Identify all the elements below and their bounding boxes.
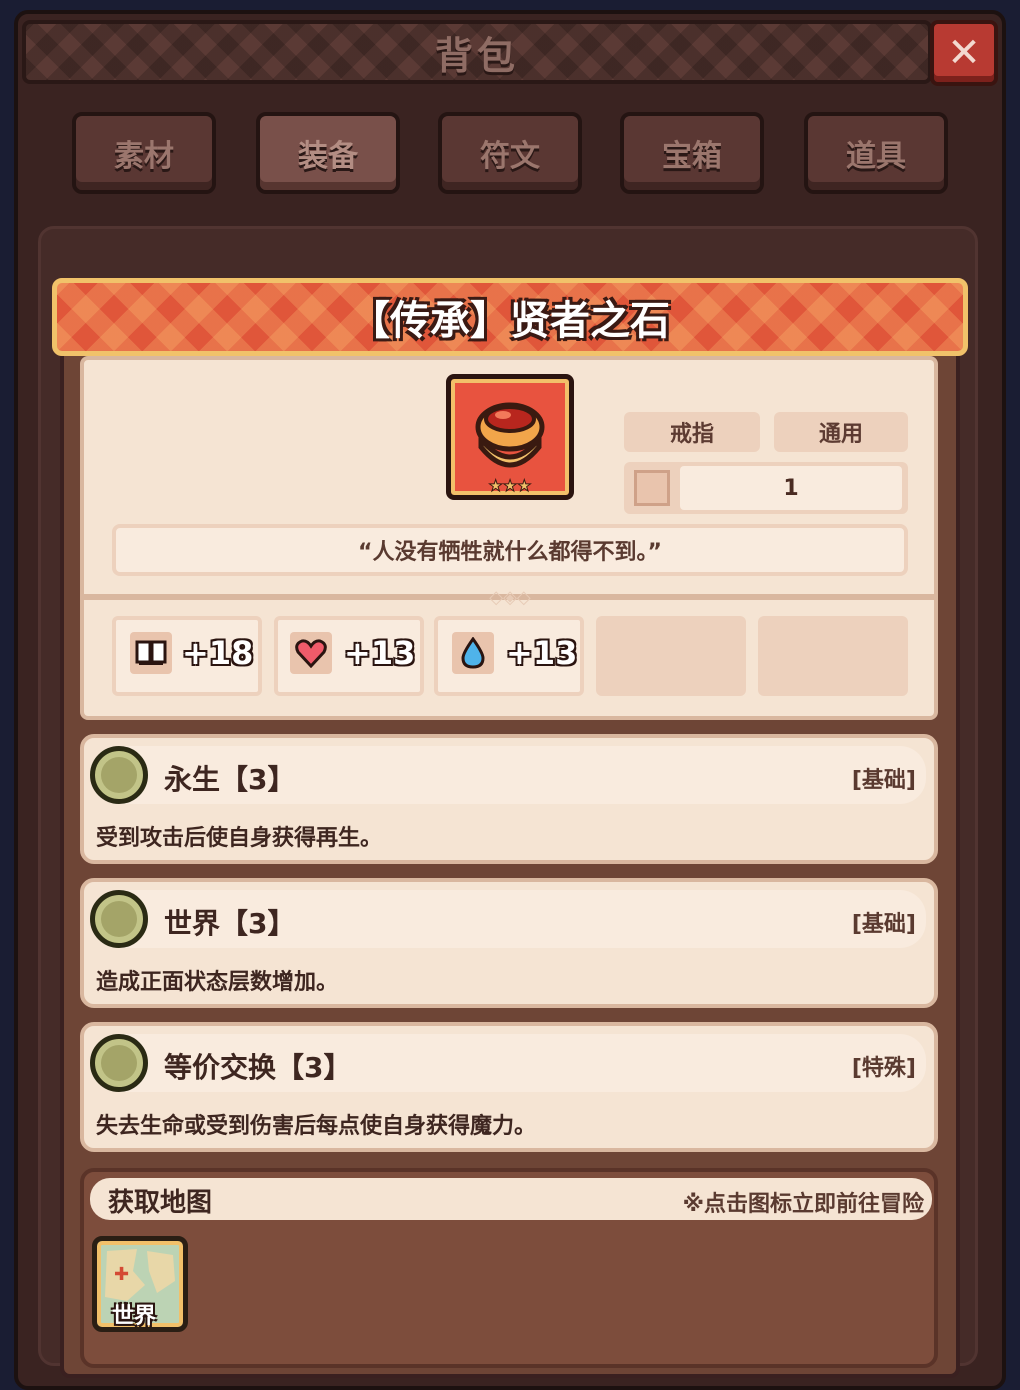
item-title-banner: 【传承】贤者之石 xyxy=(52,278,968,356)
window-title: 背包 xyxy=(434,33,519,78)
acquire-map-title: 获取地图 xyxy=(108,1188,213,1218)
water-drop-icon xyxy=(452,632,494,674)
stat-value: +13 xyxy=(344,634,416,672)
tab-items[interactable]: 道具 xyxy=(804,112,948,194)
star-rating-icon: ★★★ xyxy=(488,476,531,495)
item-count: 1 xyxy=(680,466,902,510)
skill-tag: [基础] xyxy=(851,912,916,937)
item-icon[interactable]: ★★★ xyxy=(446,374,574,500)
tab-materials[interactable]: 素材 xyxy=(72,112,216,194)
stat-slot-empty xyxy=(596,616,746,696)
skill-description: 失去生命或受到伤害后每点使自身获得魔力。 xyxy=(96,1114,537,1139)
divider-ornament-icon: ◇◈◇ xyxy=(489,586,531,608)
tab-label: 装备 xyxy=(298,139,358,174)
stat-value: +13 xyxy=(506,634,578,672)
tab-label: 素材 xyxy=(114,139,174,174)
tab-runes[interactable]: 符文 xyxy=(438,112,582,194)
skill-name: 永生【3】 xyxy=(164,763,296,796)
window-title-bar: 背包 xyxy=(22,20,932,84)
tab-label: 道具 xyxy=(846,139,906,174)
item-title: 【传承】贤者之石 xyxy=(350,298,670,344)
skill-emblem-icon[interactable] xyxy=(90,890,148,948)
skill-description: 受到攻击后使自身获得再生。 xyxy=(96,826,383,851)
skill-tag: [基础] xyxy=(851,768,916,793)
item-flavor-text: “人没有牺牲就什么都得不到。” xyxy=(112,524,908,576)
skill-emblem-icon[interactable] xyxy=(90,1034,148,1092)
close-button[interactable]: ✕ xyxy=(930,20,998,86)
skill-emblem-icon[interactable] xyxy=(90,746,148,804)
stat-slot-empty xyxy=(758,616,908,696)
map-label: 世界 xyxy=(112,1304,157,1329)
acquire-map-hint: ※点击图标立即前往冒险 xyxy=(682,1192,924,1217)
skill-name: 世界【3】 xyxy=(164,907,296,940)
item-class-type: 通用 xyxy=(774,412,908,452)
map-marker-icon: ✚ xyxy=(114,1264,130,1285)
stat-value: +18 xyxy=(182,634,254,672)
book-icon xyxy=(130,632,172,674)
tab-label: 宝箱 xyxy=(662,139,722,174)
skill-name: 等价交换【3】 xyxy=(164,1051,352,1084)
tab-label: 符文 xyxy=(480,139,540,174)
tab-chests[interactable]: 宝箱 xyxy=(620,112,764,194)
close-icon: ✕ xyxy=(947,30,981,76)
item-slot-type: 戒指 xyxy=(624,412,760,452)
skill-tag: [特殊] xyxy=(851,1056,916,1081)
tab-equipment[interactable]: 装备 xyxy=(256,112,400,194)
ring-icon: ★★★ xyxy=(475,402,545,496)
inventory-slot-icon xyxy=(634,470,670,506)
heart-icon xyxy=(290,632,332,674)
skill-description: 造成正面状态层数增加。 xyxy=(96,970,339,995)
